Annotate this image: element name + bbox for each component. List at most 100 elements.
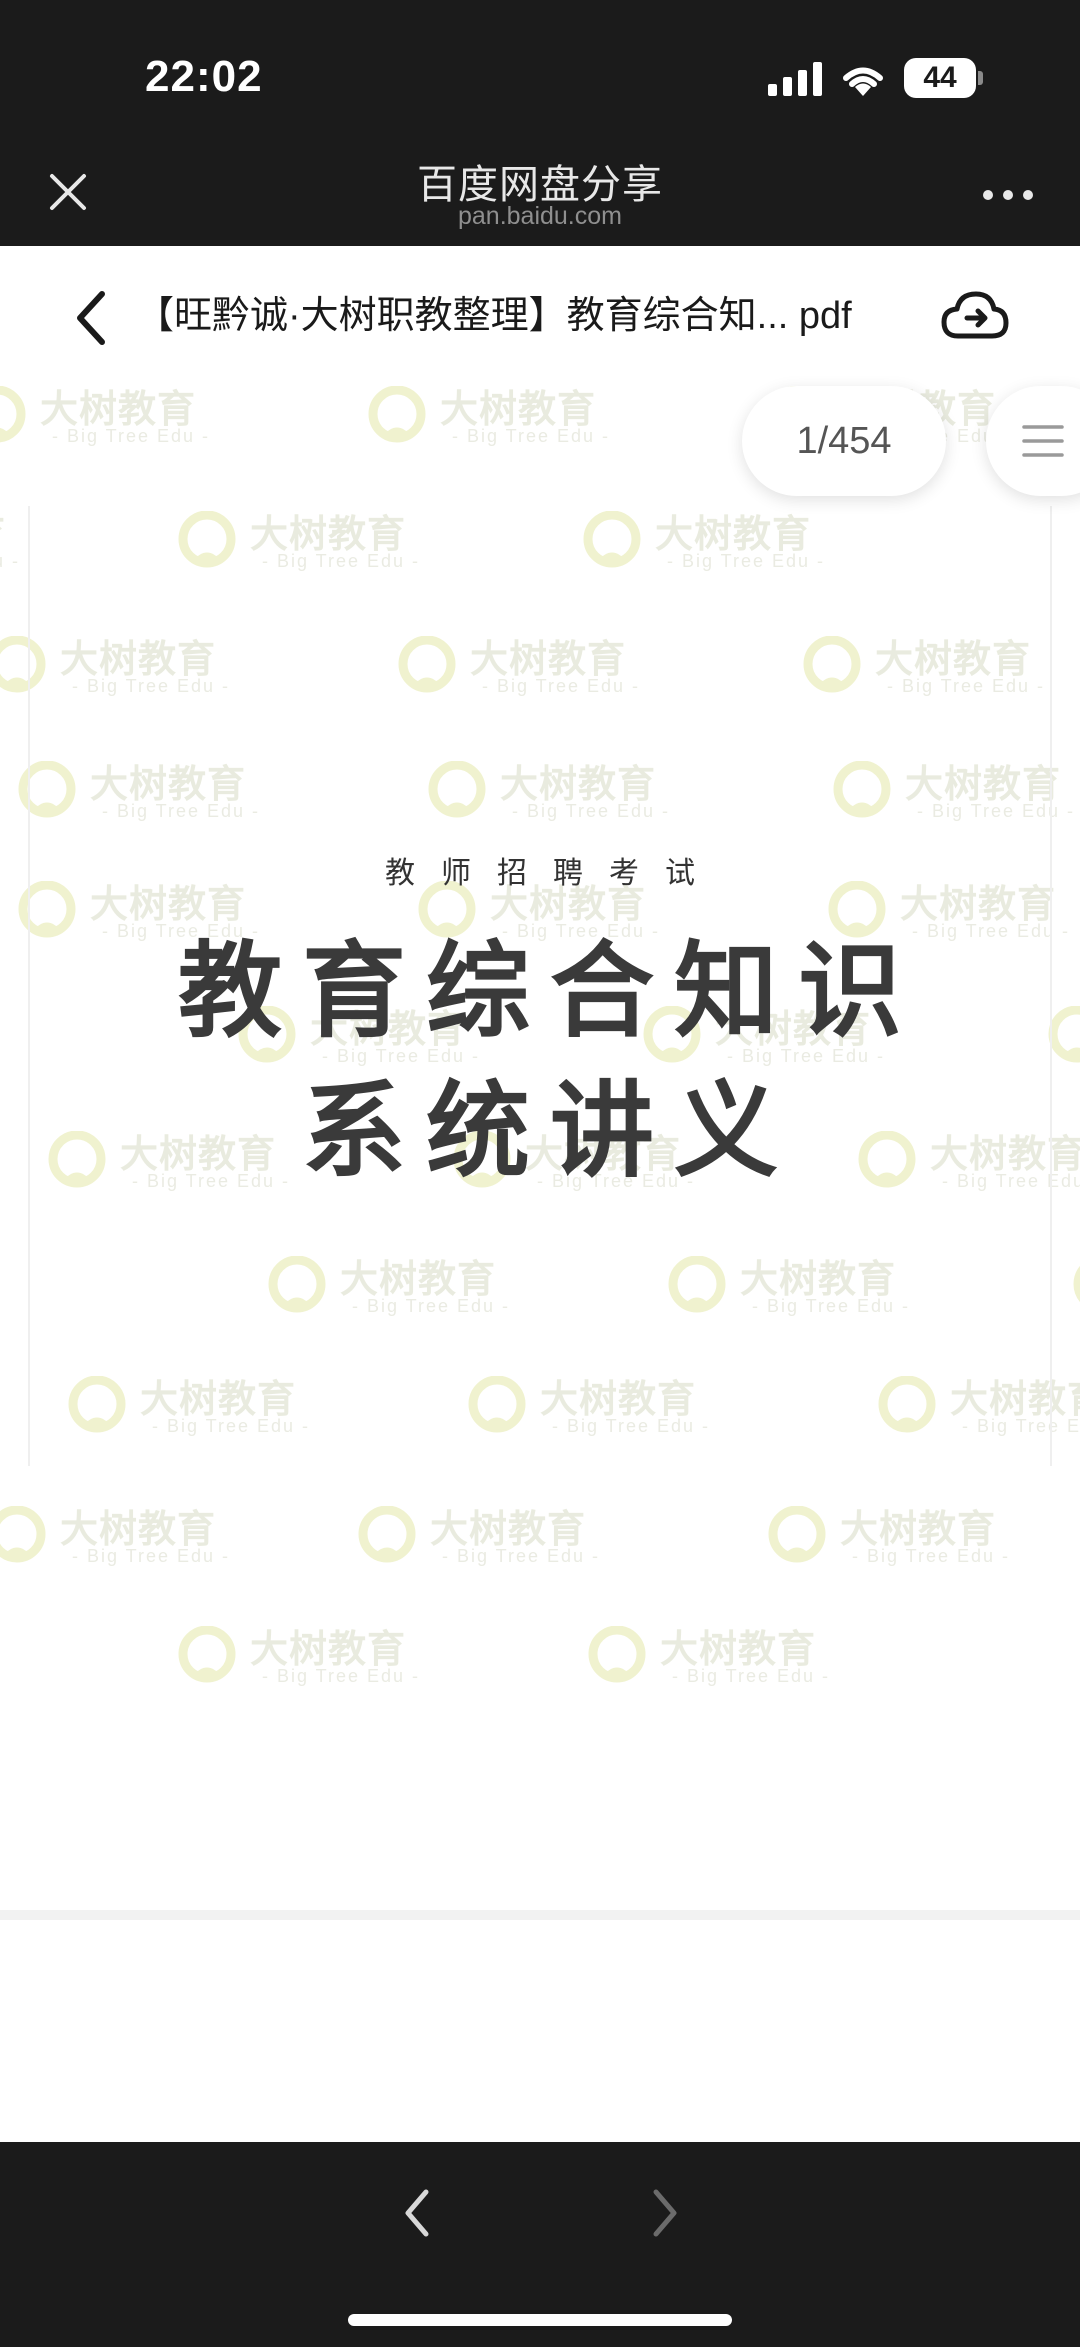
watermark-tile: 大树教育- Big Tree Edu - <box>260 1246 520 1326</box>
tree-logo-icon <box>368 386 426 443</box>
status-bar: 22:02 44 <box>0 0 1080 140</box>
watermark-text-en: - Big Tree Edu - <box>962 1416 1080 1436</box>
watermark-tile: 大树教育- Big Tree Edu - <box>760 1496 1020 1576</box>
tree-logo-icon <box>803 636 861 693</box>
document-heading-line2: 系统讲义 <box>301 1070 798 1192</box>
watermark-text-en: - Big Tree Edu - <box>0 551 21 571</box>
watermark-tile: 大树教育- Big Tree Edu - <box>660 1246 920 1326</box>
tree-logo-icon <box>1073 1265 1080 1303</box>
watermark-tile: 大树教育- Big Tree Edu - <box>870 1366 1080 1446</box>
watermark-text-en: - Big Tree Edu - <box>52 426 211 446</box>
page-indicator[interactable]: 1/454 <box>742 386 946 496</box>
cloud-upload-icon[interactable] <box>940 282 1010 352</box>
watermark-text-en: - Big Tree Edu - <box>752 1296 911 1316</box>
home-indicator <box>348 2314 732 2326</box>
watermark-text-cn: 大树教育 <box>500 764 657 806</box>
bottom-navigation-bar <box>0 2142 1080 2347</box>
battery-cap <box>978 71 983 85</box>
watermark-tile: 大树教育- Big Tree Edu - <box>0 626 240 706</box>
signal-icon <box>768 62 822 96</box>
watermark-text-en: - Big Tree Edu - <box>887 676 1046 696</box>
tree-logo-icon <box>768 1506 826 1563</box>
watermark-tile: 大树教育- Big Tree Edu - <box>575 501 835 581</box>
header-url: pan.baidu.com <box>457 202 622 230</box>
watermark-tile: 大树教育- Big Tree Edu - <box>795 626 1055 706</box>
tree-logo-icon <box>583 511 641 568</box>
tree-logo-icon <box>358 1506 416 1563</box>
tree-logo-icon <box>0 386 26 443</box>
tree-logo-icon <box>0 636 46 693</box>
status-time: 22:02 <box>145 52 263 101</box>
battery-level: 44 <box>923 61 957 94</box>
watermark-tile: 大树教育- Big Tree Edu - <box>0 376 220 456</box>
watermark-tile: 大树教育- Big Tree Edu - <box>170 501 430 581</box>
document-heading-line1: 教育综合知识 <box>177 930 922 1052</box>
tree-logo-icon <box>178 511 236 568</box>
watermark-text-cn: 大树教育 <box>340 1259 497 1301</box>
watermark-text-en: - Big Tree Edu - <box>452 426 611 446</box>
watermark-tile: 大树教育- Big Tree Edu - <box>170 1616 430 1696</box>
watermark-tile: 大树教育- Big Tree Edu - <box>360 376 620 456</box>
watermark-text-en: - Big Tree Edu - <box>102 801 261 821</box>
watermark-text-en: - Big Tree Edu - <box>552 1416 711 1436</box>
watermark-text-en: - Big Tree Edu - <box>667 551 826 571</box>
watermark-text-cn: 大树教育 <box>430 1509 587 1551</box>
watermark-tile: 大树教育- Big Tree Edu - <box>0 501 30 581</box>
tree-logo-icon <box>468 1376 526 1433</box>
page-separator <box>0 1910 1080 1920</box>
tree-logo-icon <box>18 761 76 818</box>
tree-logo-icon <box>68 1376 126 1433</box>
watermark-tile: 大树教育- Big Tree Edu - <box>580 1616 840 1696</box>
wifi-icon <box>843 67 883 96</box>
watermark-text-cn: 大树教育 <box>470 639 627 681</box>
watermark-text-en: - Big Tree Edu - <box>852 1546 1011 1566</box>
document-title: 【旺黔诚·大树职教整理】教育综合知... pdf <box>136 295 852 337</box>
document-viewer[interactable]: 大树教育 - Big Tree Edu - 大树教育 - Big Tree Edu -… <box>0 246 1080 2142</box>
back-chevron-icon[interactable] <box>392 2178 442 2248</box>
watermark-tile: 大树教育- Big Tree Edu - <box>420 751 680 831</box>
watermark-text-cn: 大树教育 <box>840 1509 997 1551</box>
more-icon[interactable] <box>980 180 1036 210</box>
watermark-tile: 大树教育- Big Tree Edu - <box>460 1366 720 1446</box>
watermark-text-en: - Big Tree Edu - <box>352 1296 511 1316</box>
watermark-tile: 大树教育- Big Tree Edu - <box>350 1496 610 1576</box>
tree-logo-icon <box>668 1256 726 1313</box>
document-toolbar: 【旺黔诚·大树职教整理】教育综合知... pdf <box>0 246 1080 386</box>
tree-logo-icon <box>878 1376 936 1433</box>
watermark-text-en: - Big Tree Edu - <box>72 1546 231 1566</box>
tree-logo-icon <box>398 636 456 693</box>
watermark-text-en: - Big Tree Edu - <box>672 1666 831 1686</box>
watermark-text-cn: 大树教育 <box>875 639 1032 681</box>
watermark-layer: 大树教育 - Big Tree Edu - 大树教育 - Big Tree Edu -… <box>0 376 1080 2142</box>
battery-icon: 44 <box>904 58 984 98</box>
watermark-text-en: - Big Tree Edu - <box>262 551 421 571</box>
tree-logo-icon <box>588 1626 646 1683</box>
watermark-text-cn: 大树教育 <box>655 514 812 556</box>
tree-logo-icon <box>833 761 891 818</box>
tree-logo-icon <box>268 1256 326 1313</box>
watermark-tile: 大树教育- Big Tree Edu - <box>390 626 650 706</box>
tree-logo-icon <box>0 1506 46 1563</box>
tree-logo-icon <box>178 1626 236 1683</box>
watermark-text-cn: 大树教育 <box>740 1259 897 1301</box>
watermark-text-cn: 大树教育 <box>140 1379 297 1421</box>
watermark-text-cn: 大树教育 <box>90 764 247 806</box>
watermark-text-cn: 大树教育 <box>250 514 407 556</box>
document-subtitle: 教师招聘考试 <box>385 857 721 890</box>
watermark-text-cn: 大树教育 <box>660 1629 817 1671</box>
watermark-text-cn: 大树教育 <box>40 389 197 431</box>
watermark-text-cn: 大树教育 <box>905 764 1062 806</box>
watermark-text-en: - Big Tree Edu - <box>482 676 641 696</box>
watermark-tile: 大树教育- Big Tree Edu - <box>10 751 270 831</box>
watermark-text-en: - Big Tree Edu - <box>152 1416 311 1436</box>
forward-chevron-icon[interactable] <box>640 2178 690 2248</box>
watermark-tile: 大树教育- Big Tree Edu - <box>60 1366 320 1446</box>
watermark-text-cn: 大树教育 <box>950 1379 1080 1421</box>
back-arrow-icon[interactable] <box>64 288 120 348</box>
watermark-text-cn: 大树教育 <box>60 1509 217 1551</box>
watermark-text-en: - Big Tree Edu - <box>512 801 671 821</box>
watermark-text-cn: 大树教育 <box>540 1379 697 1421</box>
watermark-text-cn: 大树教育 <box>0 503 6 558</box>
tree-logo-icon <box>428 761 486 818</box>
watermark-text-cn: 大树教育 <box>60 639 217 681</box>
